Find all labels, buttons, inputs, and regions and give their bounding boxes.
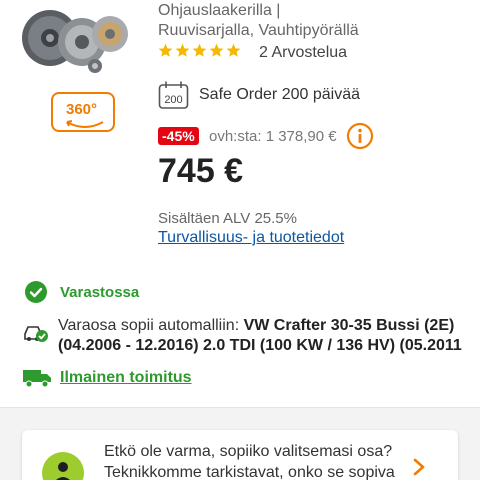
fit-vehicle: VW Crafter 30-35 Bussi (2E) bbox=[243, 317, 455, 334]
star-icon bbox=[175, 43, 190, 57]
chevron-right-icon[interactable] bbox=[412, 458, 426, 476]
old-price: ovh:sta: 1 378,90 € bbox=[209, 128, 337, 145]
svg-text:200: 200 bbox=[164, 94, 182, 106]
view-360-label: 360° bbox=[66, 101, 98, 118]
safe-order-icon: 200 bbox=[158, 81, 189, 109]
fit-prefix: Varaosa sopii automalliin: bbox=[58, 317, 244, 334]
check-circle-icon bbox=[25, 281, 47, 303]
info-icon[interactable] bbox=[346, 122, 374, 150]
free-delivery-link[interactable]: Ilmainen toimitus bbox=[60, 369, 192, 387]
vehicle-fit-info: Varaosa sopii automalliin: VW Crafter 30… bbox=[58, 316, 478, 356]
discount-badge: -45% bbox=[158, 127, 199, 145]
safe-order-label: Safe Order 200 päivää bbox=[199, 86, 360, 103]
car-check-icon bbox=[24, 326, 48, 342]
rating-count-link[interactable]: 2 Arvostelua bbox=[259, 44, 347, 62]
star-icon bbox=[158, 43, 173, 57]
product-title-line1: Ohjauslaakerilla | bbox=[158, 2, 281, 19]
star-icon bbox=[192, 43, 207, 57]
truck-icon bbox=[23, 370, 51, 388]
fit-details: (04.2006 - 12.2016) 2.0 TDI (100 KW / 13… bbox=[58, 337, 462, 354]
price: 745 € bbox=[158, 152, 244, 190]
star-icon bbox=[209, 43, 224, 57]
product-title-line2: Ruuvisarjalla, Vauhtipyörällä bbox=[158, 22, 359, 39]
mechanic-icon: ★★★ bbox=[42, 452, 84, 480]
rating-stars[interactable] bbox=[158, 43, 241, 58]
safety-info-link[interactable]: Turvallisuus- ja tuotetiedot bbox=[158, 229, 344, 247]
star-icon bbox=[226, 43, 241, 57]
view-360-button[interactable]: 360° bbox=[51, 92, 115, 132]
vat-note: Sisältäen ALV 25.5% bbox=[158, 210, 297, 227]
product-image[interactable] bbox=[20, 4, 130, 76]
fitment-check-text: Etkö ole varma, sopiiko valitsemasi osa?… bbox=[104, 443, 395, 480]
stock-status: Varastossa bbox=[60, 284, 140, 301]
fitment-check-card[interactable]: ★★★ Etkö ole varma, sopiiko valitsemasi … bbox=[22, 430, 458, 480]
